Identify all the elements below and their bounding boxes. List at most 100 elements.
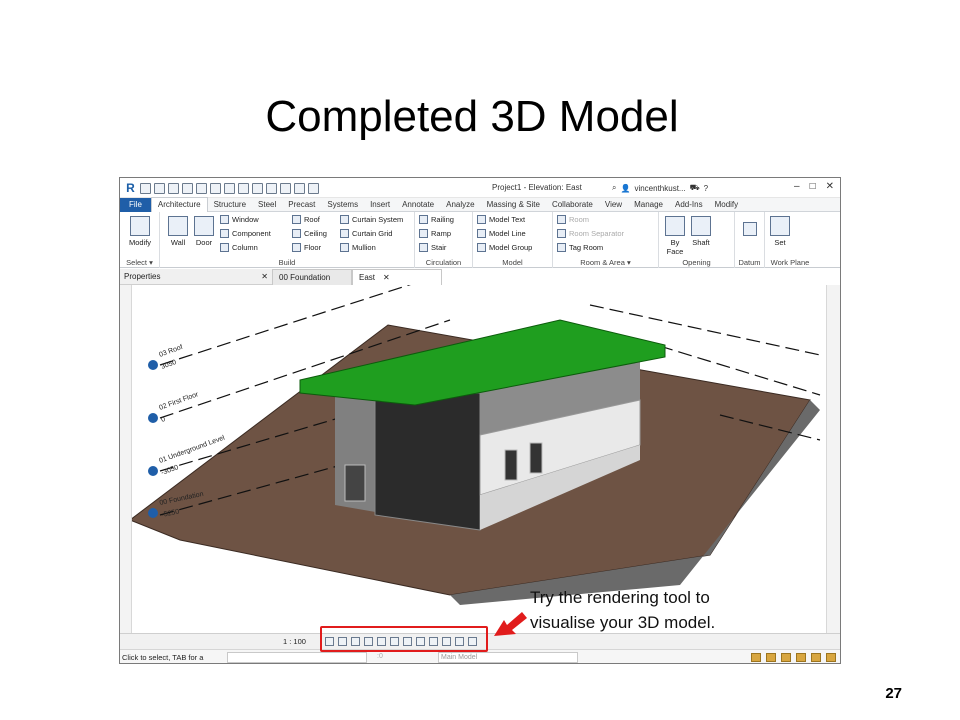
curtain-grid-button[interactable]: Curtain Grid <box>340 229 392 238</box>
opening-panel: By Face Shaft Opening <box>659 212 735 268</box>
pinned-icon[interactable] <box>781 653 791 662</box>
set-button[interactable]: Set <box>769 216 791 247</box>
tab-structure[interactable]: Structure <box>208 198 252 212</box>
user-icon[interactable]: 👤 <box>620 184 630 193</box>
tab-precast[interactable]: Precast <box>282 198 321 212</box>
user-name[interactable]: vincenthkust... <box>634 184 685 193</box>
floor-button[interactable]: Floor <box>292 243 321 252</box>
datum-button[interactable] <box>739 222 761 238</box>
railing-button[interactable]: Railing <box>419 215 454 224</box>
link-icon[interactable] <box>751 653 761 662</box>
tab-add-ins[interactable]: Add-Ins <box>669 198 709 212</box>
text-icon[interactable] <box>252 182 263 194</box>
close-hidden-icon[interactable] <box>294 182 305 194</box>
workset-combo[interactable] <box>227 652 367 663</box>
room-button[interactable]: Room <box>557 215 589 224</box>
door-label: Door <box>195 238 213 247</box>
revit-logo-icon[interactable]: R <box>124 181 137 195</box>
filter-icon[interactable] <box>826 653 836 662</box>
door-button[interactable]: Door <box>192 216 216 247</box>
search-icon[interactable]: ⌕ <box>612 183 616 193</box>
curtain-system-button[interactable]: Curtain System <box>340 215 403 224</box>
datum-icon <box>743 222 757 236</box>
tab-architecture[interactable]: Architecture <box>150 197 208 212</box>
shaft-icon <box>691 216 711 236</box>
column-button[interactable]: Column <box>220 243 258 252</box>
building-model: 03 Roof 3050 02 First Floor 0 01 Undergr… <box>128 285 821 605</box>
component-button[interactable]: Component <box>220 229 271 238</box>
slide: Completed 3D Model R Project1 - Elevatio… <box>0 0 960 720</box>
tab-annotate[interactable]: Annotate <box>396 198 440 212</box>
ramp-button[interactable]: Ramp <box>419 229 451 238</box>
model-line-button[interactable]: Model Line <box>477 229 526 238</box>
minimize-icon[interactable]: – <box>794 181 800 192</box>
view-tab-foundation[interactable]: 00 Foundation <box>272 269 352 285</box>
drag-elements-icon[interactable] <box>811 653 821 662</box>
mullion-button[interactable]: Mullion <box>340 243 376 252</box>
by-face-button[interactable]: By Face <box>663 216 687 256</box>
measure-icon[interactable] <box>224 182 235 194</box>
room-separator-button[interactable]: Room Separator <box>557 229 624 238</box>
help-icon[interactable]: ? <box>704 184 708 193</box>
close-icon[interactable]: ✕ <box>826 181 834 192</box>
tab-modify[interactable]: Modify <box>709 198 745 212</box>
select-panel-label[interactable]: Select ▾ <box>120 258 159 267</box>
cart-icon[interactable]: ⛟ <box>690 183 700 193</box>
tab-systems[interactable]: Systems <box>321 198 364 212</box>
properties-panel-strip[interactable] <box>120 285 132 633</box>
window-button[interactable]: Window <box>220 215 259 224</box>
vertical-scrollbar[interactable] <box>826 285 840 633</box>
column-label: Column <box>232 243 258 252</box>
tab-collaborate[interactable]: Collaborate <box>546 198 599 212</box>
roof-button[interactable]: Roof <box>292 215 320 224</box>
switch-windows-icon[interactable] <box>308 182 319 194</box>
room-area-panel-label[interactable]: Room & Area ▾ <box>553 258 658 267</box>
model-panel: Model Text Model Line Model Group Model <box>473 212 553 268</box>
model-panel-label: Model <box>502 258 523 267</box>
redo-icon[interactable] <box>196 182 207 194</box>
view-scale[interactable]: 1 : 100 <box>283 637 306 646</box>
ceiling-button[interactable]: Ceiling <box>292 229 327 238</box>
mullion-label: Mullion <box>352 243 376 252</box>
3d-view-icon[interactable] <box>266 182 277 194</box>
save-icon[interactable] <box>154 182 165 194</box>
roof-label: Roof <box>304 215 320 224</box>
section-icon[interactable] <box>280 182 291 194</box>
view-tab-east[interactable]: East ✕ <box>352 269 442 285</box>
design-option-combo[interactable]: Main Model <box>438 652 578 663</box>
tag-room-button[interactable]: Tag Room <box>557 243 603 252</box>
by-face-label: By Face <box>666 238 684 256</box>
wall-button[interactable]: Wall <box>166 216 190 247</box>
underlay-icon[interactable] <box>766 653 776 662</box>
print-icon[interactable] <box>210 182 221 194</box>
modify-button[interactable]: Modify <box>126 216 154 247</box>
circulation-panel-label: Circulation <box>425 258 462 267</box>
view-tab-foundation-label: 00 Foundation <box>279 273 331 282</box>
railing-icon <box>419 215 428 224</box>
drawing-area[interactable]: 03 Roof 3050 02 First Floor 0 01 Undergr… <box>120 285 840 633</box>
window-2 <box>529 442 543 474</box>
room-separator-label: Room Separator <box>569 229 625 238</box>
tab-massing-site[interactable]: Massing & Site <box>481 198 546 212</box>
tab-file[interactable]: File <box>120 197 151 212</box>
tab-manage[interactable]: Manage <box>628 198 669 212</box>
maximize-icon[interactable]: □ <box>810 181 816 192</box>
model-group-button[interactable]: Model Group <box>477 243 532 252</box>
tab-analyze[interactable]: Analyze <box>440 198 480 212</box>
quick-access-toolbar: R <box>124 181 319 195</box>
dimension-icon[interactable] <box>238 182 249 194</box>
shaft-button[interactable]: Shaft <box>689 216 713 247</box>
tab-insert[interactable]: Insert <box>364 198 396 212</box>
select-by-face-icon[interactable] <box>796 653 806 662</box>
properties-close-icon[interactable]: ✕ <box>261 269 268 285</box>
model-text-button[interactable]: Model Text <box>477 215 525 224</box>
view-tab-close-icon[interactable]: ✕ <box>383 273 390 282</box>
level-underground-elevation: -3050 <box>160 464 179 477</box>
tab-view[interactable]: View <box>599 198 628 212</box>
callout-line-2: visualise your 3D model. <box>530 613 716 632</box>
undo-icon[interactable] <box>182 182 193 194</box>
sync-icon[interactable] <box>168 182 179 194</box>
tab-steel[interactable]: Steel <box>252 198 282 212</box>
open-icon[interactable] <box>140 182 151 194</box>
stair-button[interactable]: Stair <box>419 243 446 252</box>
